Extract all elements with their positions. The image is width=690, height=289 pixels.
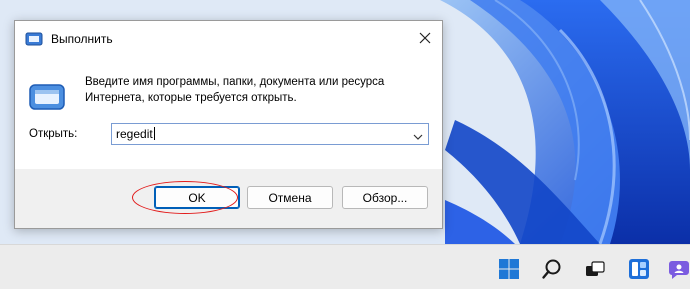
close-button[interactable] xyxy=(414,27,436,49)
button-bar: OK Отмена Обзор... xyxy=(15,169,442,228)
chat-icon[interactable] xyxy=(668,258,690,280)
widgets-icon[interactable] xyxy=(628,258,650,280)
open-input[interactable]: regedit xyxy=(116,127,155,141)
cancel-button[interactable]: Отмена xyxy=(247,186,333,209)
task-view-icon[interactable] xyxy=(584,258,606,280)
run-dialog: Выполнить Введите имя программы, папки, … xyxy=(14,20,443,229)
chevron-down-icon[interactable] xyxy=(412,129,424,140)
title-bar[interactable]: Выполнить xyxy=(15,21,442,57)
search-icon[interactable] xyxy=(541,258,563,280)
open-combobox[interactable]: regedit xyxy=(111,123,429,145)
browse-button[interactable]: Обзор... xyxy=(342,186,428,209)
run-app-icon xyxy=(25,32,43,46)
close-icon xyxy=(419,32,431,44)
text-caret xyxy=(153,127,155,140)
dialog-description: Введите имя программы, папки, документа … xyxy=(85,76,385,104)
open-input-value: regedit xyxy=(116,127,153,141)
run-app-icon xyxy=(27,76,67,116)
taskbar xyxy=(0,244,690,289)
ok-button[interactable]: OK xyxy=(154,186,240,209)
dialog-title: Выполнить xyxy=(51,32,113,46)
windows-start-icon[interactable] xyxy=(498,258,520,280)
open-label: Открыть: xyxy=(29,128,78,140)
